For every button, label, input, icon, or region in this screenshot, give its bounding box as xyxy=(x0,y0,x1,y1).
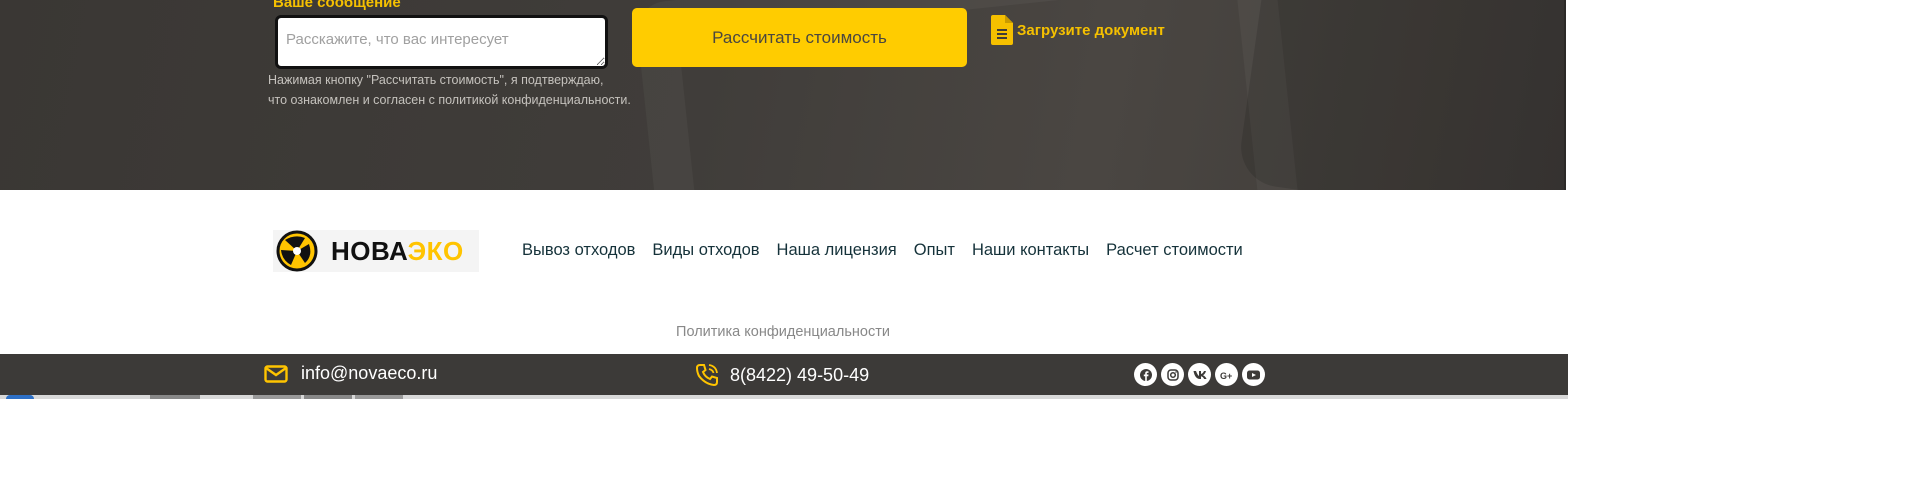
start-button[interactable] xyxy=(6,395,34,399)
google-plus-icon[interactable]: G+ xyxy=(1215,363,1238,386)
document-icon xyxy=(991,15,1013,45)
taskbar-item[interactable] xyxy=(150,395,200,399)
consent-line: Нажимая кнопку "Рассчитать стоимость", я… xyxy=(268,73,604,87)
logo-text-part: НОВА xyxy=(331,235,408,266)
message-textarea[interactable] xyxy=(275,15,608,69)
consent-line: что ознакомлен и согласен с политикой ко… xyxy=(268,93,631,107)
footer-nav: Вывоз отходов Виды отходов Наша лицензия… xyxy=(522,241,1243,260)
consent-text: Нажимая кнопку "Рассчитать стоимость", я… xyxy=(268,70,668,110)
nav-item-contacts[interactable]: Наши контакты xyxy=(972,241,1089,260)
envelope-icon xyxy=(264,364,288,383)
phone-icon xyxy=(695,364,718,387)
youtube-icon[interactable] xyxy=(1242,363,1265,386)
logo[interactable]: НОВАЭКО xyxy=(273,230,479,272)
nav-item-waste-removal[interactable]: Вывоз отходов xyxy=(522,241,635,260)
calculate-cost-button[interactable]: Рассчитать стоимость xyxy=(632,8,967,67)
logo-text: НОВАЭКО xyxy=(331,236,464,267)
page-edge xyxy=(1564,0,1566,190)
privacy-policy-link[interactable]: Политика конфиденциальности xyxy=(0,324,1566,340)
facebook-icon[interactable] xyxy=(1134,363,1157,386)
contact-form-section: Ваше сообщение Рассчитать стоимость Загр… xyxy=(0,0,1566,190)
nav-item-cost-calculation[interactable]: Расчет стоимости xyxy=(1106,241,1243,260)
contact-bar: info@novaeco.ru 8(8422) 49-50-49 G+ xyxy=(0,354,1568,395)
background-decoration xyxy=(1235,0,1566,190)
svg-text:G+: G+ xyxy=(1220,371,1232,380)
social-links: G+ xyxy=(1134,363,1265,386)
upload-document-link[interactable]: Загрузите документ xyxy=(991,15,1165,45)
os-taskbar xyxy=(0,395,1568,399)
taskbar-item[interactable] xyxy=(253,395,301,399)
email-text: info@novaeco.ru xyxy=(301,363,438,383)
upload-document-label: Загрузите документ xyxy=(1017,21,1165,39)
vk-icon[interactable] xyxy=(1188,363,1211,386)
message-label: Ваше сообщение xyxy=(273,0,401,11)
nav-item-license[interactable]: Наша лицензия xyxy=(777,241,897,260)
phone-text: 8(8422) 49-50-49 xyxy=(730,364,870,385)
phone-link[interactable]: 8(8422) 49-50-49 xyxy=(694,362,869,388)
instagram-icon[interactable] xyxy=(1161,363,1184,386)
nav-item-experience[interactable]: Опыт xyxy=(914,241,955,260)
logo-text-part: ЭКО xyxy=(407,235,464,266)
taskbar-item[interactable] xyxy=(355,395,403,399)
logo-mark-icon xyxy=(276,230,318,272)
taskbar-item[interactable] xyxy=(304,395,352,399)
nav-item-waste-types[interactable]: Виды отходов xyxy=(652,241,759,260)
email-link[interactable]: info@novaeco.ru xyxy=(264,363,437,384)
